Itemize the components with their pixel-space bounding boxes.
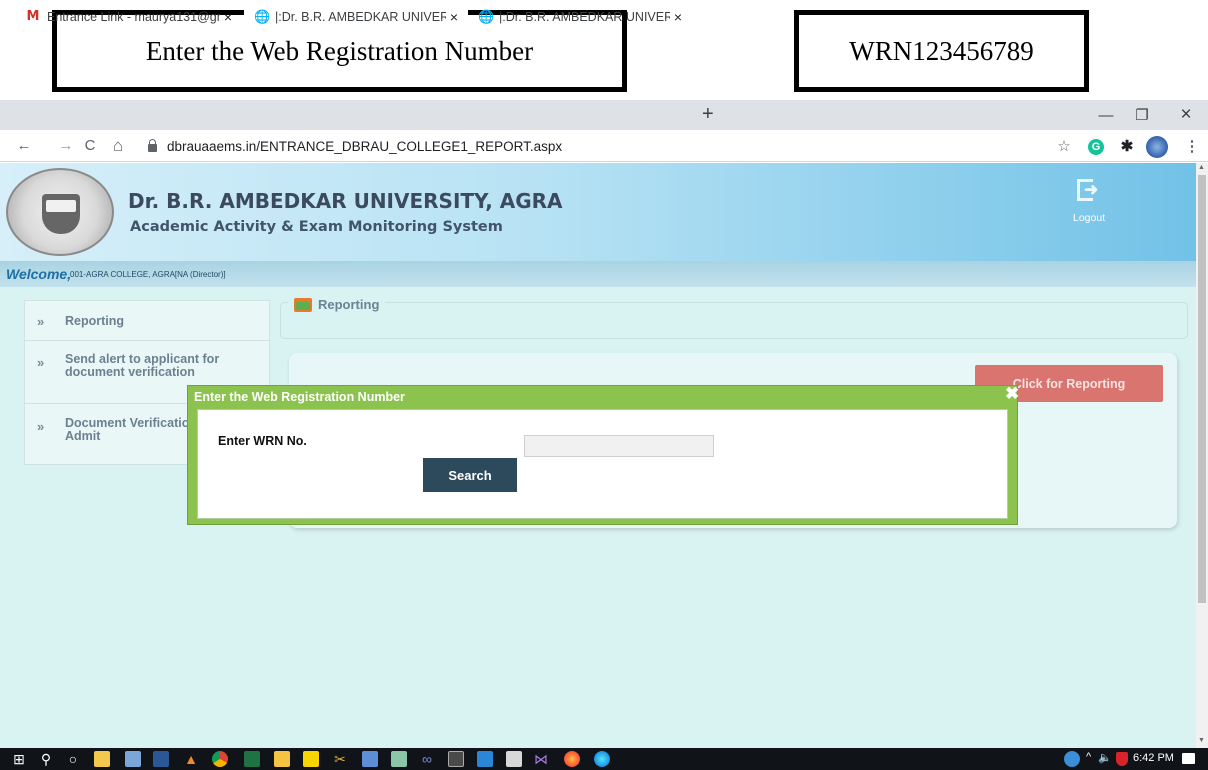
chevron-right-icon: » bbox=[37, 355, 45, 370]
scroll-down-icon[interactable]: ▼ bbox=[1198, 737, 1205, 744]
search-icon[interactable]: ⚲ bbox=[37, 749, 55, 769]
globe-icon: 🌐 bbox=[478, 8, 495, 24]
back-button[interactable]: ← bbox=[14, 136, 34, 156]
chevron-right-icon: » bbox=[37, 314, 45, 329]
welcome-detail: 001-AGRA COLLEGE, AGRA[NA (Director)] bbox=[70, 270, 226, 279]
browser-menu-icon[interactable]: ⋮ bbox=[1182, 137, 1202, 157]
gmail-icon: M bbox=[26, 9, 40, 24]
browser-tab-bar bbox=[0, 100, 1208, 130]
browser-tab-gmail[interactable]: M Entrance Link - maurya131@gma × bbox=[16, 3, 242, 30]
tab-label: |:Dr. B.R. AMBEDKAR UNIVERSITY bbox=[275, 9, 446, 24]
home-button[interactable]: ⌂ bbox=[108, 136, 128, 156]
profile-avatar-icon[interactable] bbox=[1146, 136, 1168, 158]
search-button[interactable]: Search bbox=[423, 458, 517, 492]
help-icon[interactable] bbox=[1064, 751, 1080, 767]
store-icon[interactable] bbox=[94, 751, 110, 767]
extensions-icon[interactable]: ✱ bbox=[1117, 137, 1137, 157]
window-maximize-button[interactable]: ❐ bbox=[1122, 100, 1162, 130]
snipping-tool-icon[interactable]: ✂ bbox=[331, 749, 349, 769]
editor-icon[interactable] bbox=[391, 751, 407, 767]
volume-icon[interactable]: 🔈 bbox=[1098, 751, 1112, 764]
visual-studio-icon[interactable]: ⋈ bbox=[532, 749, 550, 769]
reload-button[interactable]: C bbox=[80, 136, 100, 156]
notifications-icon[interactable] bbox=[1182, 753, 1195, 764]
logout-link[interactable]: Logout bbox=[1073, 212, 1105, 224]
sticky-notes-icon[interactable] bbox=[303, 751, 319, 767]
chevron-right-icon: » bbox=[37, 419, 45, 434]
site-subtitle: Academic Activity & Exam Monitoring Syst… bbox=[130, 219, 503, 235]
link-icon[interactable]: ∞ bbox=[418, 749, 436, 769]
welcome-label: Welcome, bbox=[6, 266, 72, 282]
windows-taskbar: ⊞ ⚲ ○ ▲ ✂ ∞ ⋈ ^ 🔈 6:42 PM bbox=[0, 748, 1208, 770]
address-bar[interactable]: dbrauaaems.in/ENTRANCE_DBRAU_COLLEGE1_RE… bbox=[148, 134, 1048, 158]
tab-close-icon[interactable]: × bbox=[446, 9, 462, 25]
tab-label: Entrance Link - maurya131@gma bbox=[47, 9, 220, 24]
logo-book-icon bbox=[46, 200, 76, 212]
firefox-icon[interactable] bbox=[564, 751, 580, 767]
wrn-input[interactable] bbox=[524, 435, 714, 457]
tray-chevron-icon[interactable]: ^ bbox=[1086, 751, 1091, 763]
page-viewport: Dr. B.R. AMBEDKAR UNIVERSITY, AGRA Acade… bbox=[0, 163, 1196, 748]
excel-icon[interactable] bbox=[244, 751, 260, 767]
sidebar-item-label: Reporting bbox=[65, 314, 125, 328]
music-app-icon[interactable] bbox=[477, 751, 493, 767]
new-tab-button[interactable]: + bbox=[702, 103, 714, 126]
bookmark-star-icon[interactable]: ☆ bbox=[1054, 137, 1074, 157]
antivirus-icon[interactable] bbox=[1116, 752, 1128, 766]
window-minimize-button[interactable]: — bbox=[1086, 100, 1126, 130]
vlc-icon[interactable]: ▲ bbox=[182, 749, 200, 769]
browser-tab-third[interactable]: 🌐 |:Dr. B.R. AMBEDKAR UNIVERSITY × bbox=[468, 3, 692, 30]
edge-icon[interactable] bbox=[594, 751, 610, 767]
grammarly-icon[interactable]: G bbox=[1088, 139, 1104, 155]
globe-icon: 🌐 bbox=[254, 8, 271, 24]
wrn-modal: Enter the Web Registration Number ✖ Ente… bbox=[187, 384, 1019, 525]
lock-icon bbox=[148, 139, 157, 152]
modal-title: Enter the Web Registration Number bbox=[194, 390, 405, 404]
reporting-legend: Reporting bbox=[288, 297, 386, 312]
wrn-field-label: Enter WRN No. bbox=[218, 434, 307, 448]
scroll-up-icon[interactable]: ▲ bbox=[1198, 164, 1205, 171]
chrome-icon[interactable] bbox=[212, 751, 228, 767]
modal-body: Enter WRN No. Search bbox=[197, 409, 1008, 519]
calendar-icon bbox=[294, 297, 312, 312]
paint-icon[interactable] bbox=[506, 751, 522, 767]
clock[interactable]: 6:42 PM bbox=[1133, 752, 1174, 764]
windows-start-icon[interactable]: ⊞ bbox=[10, 749, 28, 769]
welcome-bar: Welcome, 001-AGRA COLLEGE, AGRA[NA (Dire… bbox=[0, 261, 1196, 287]
modal-close-icon[interactable]: ✖ bbox=[1005, 384, 1019, 404]
annotation-sample-value: WRN123456789 bbox=[794, 10, 1089, 92]
reporting-fieldset bbox=[280, 302, 1188, 339]
university-logo bbox=[6, 168, 114, 256]
word-icon[interactable] bbox=[153, 751, 169, 767]
site-title: Dr. B.R. AMBEDKAR UNIVERSITY, AGRA bbox=[128, 189, 563, 213]
scrollbar-thumb[interactable] bbox=[1198, 175, 1206, 603]
site-header: Dr. B.R. AMBEDKAR UNIVERSITY, AGRA Acade… bbox=[0, 163, 1196, 261]
section-title: Reporting bbox=[318, 297, 380, 312]
photos-icon[interactable] bbox=[362, 751, 378, 767]
sidebar-item-label: Send alert to applicant for document ver… bbox=[65, 352, 220, 379]
calculator-icon[interactable] bbox=[448, 751, 464, 767]
tab-close-icon[interactable]: × bbox=[220, 9, 236, 25]
url-text: dbrauaaems.in/ENTRANCE_DBRAU_COLLEGE1_RE… bbox=[167, 138, 563, 154]
sidebar-item-label: Document Verification Admit bbox=[65, 416, 197, 443]
logout-arrow-icon[interactable]: ➜ bbox=[1084, 180, 1098, 200]
tab-label: |:Dr. B.R. AMBEDKAR UNIVERSITY bbox=[499, 9, 670, 24]
browser-tab-active[interactable]: 🌐 |:Dr. B.R. AMBEDKAR UNIVERSITY × bbox=[244, 3, 468, 30]
notepad-icon[interactable] bbox=[125, 751, 141, 767]
window-close-button[interactable]: × bbox=[1166, 100, 1206, 130]
file-explorer-icon[interactable] bbox=[274, 751, 290, 767]
sidebar-item-reporting[interactable]: » Reporting bbox=[25, 301, 271, 341]
cortana-icon[interactable]: ○ bbox=[64, 749, 82, 769]
tab-close-icon[interactable]: × bbox=[670, 9, 686, 25]
forward-button[interactable]: → bbox=[56, 136, 76, 156]
browser-address-row: ← → C ⌂ dbrauaaems.in/ENTRANCE_DBRAU_COL… bbox=[0, 130, 1208, 162]
